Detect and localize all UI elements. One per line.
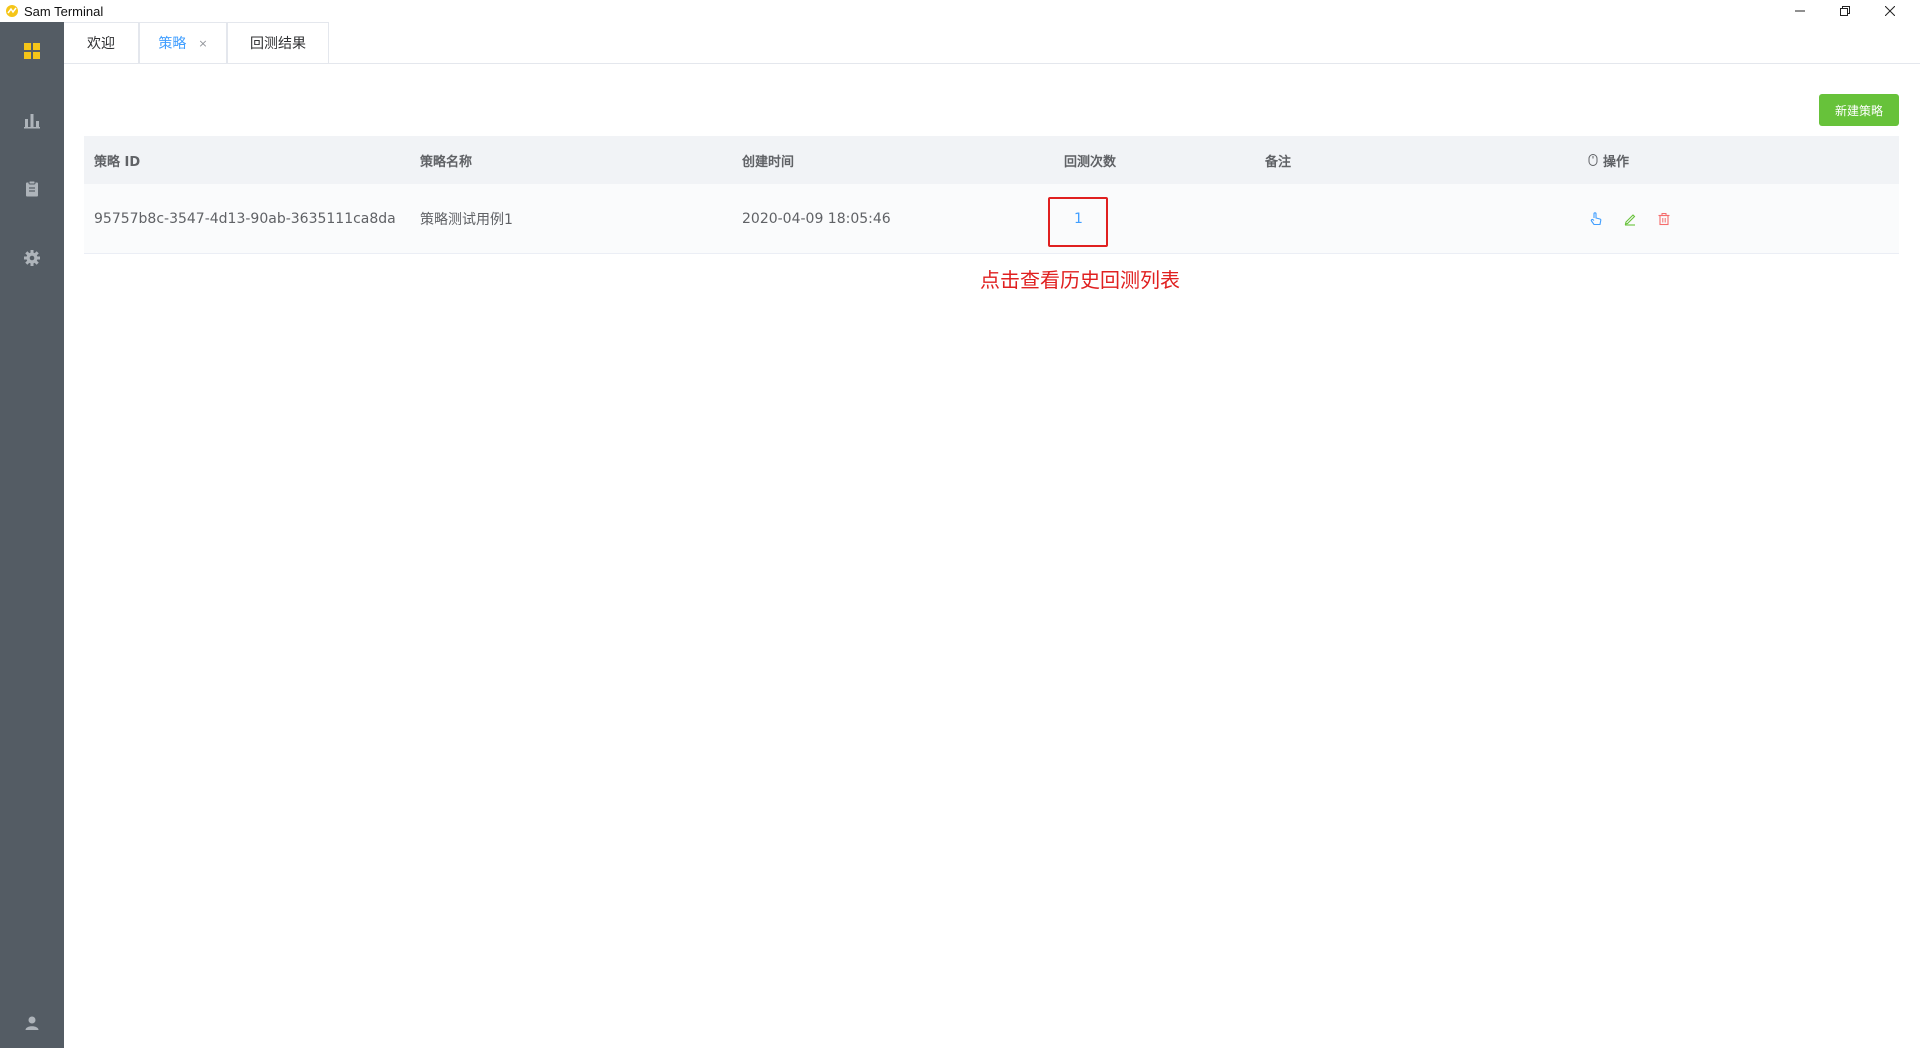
- edit-pencil-icon: [1624, 213, 1636, 226]
- cell-created-time: 2020-04-09 18:05:46: [742, 210, 891, 227]
- edit-button[interactable]: [1622, 211, 1638, 227]
- restore-icon: [1839, 6, 1850, 16]
- tab-label: 欢迎: [87, 36, 115, 52]
- run-backtest-button[interactable]: [1588, 211, 1604, 227]
- user-icon: [25, 1016, 39, 1030]
- header-remark: 备注: [1265, 154, 1292, 170]
- bar-chart-icon: [24, 114, 40, 129]
- close-icon: [1884, 6, 1895, 16]
- annotation-text: 点击查看历史回测列表: [980, 268, 1180, 292]
- cell-actions: [1588, 184, 1690, 253]
- table-row: 95757b8c-3547-4d13-90ab-3635111ca8da 策略测…: [84, 184, 1899, 254]
- restore-button[interactable]: [1822, 0, 1867, 22]
- tab-bar: 欢迎 策略 × 回测结果: [64, 22, 1920, 64]
- tab-close-icon[interactable]: ×: [198, 37, 207, 50]
- minimize-icon: [1794, 10, 1805, 12]
- strategy-table: 策略 ID 策略名称 创建时间 回测次数 备注 操作 95757b8c-3547…: [84, 136, 1899, 254]
- tab-label: 策略: [158, 36, 187, 52]
- gear-icon: [24, 250, 40, 266]
- clipboard-icon: [26, 180, 38, 197]
- table-header: 策略 ID 策略名称 创建时间 回测次数 备注 操作: [84, 136, 1899, 184]
- new-strategy-button[interactable]: 新建策略: [1819, 94, 1899, 126]
- window-title: Sam Terminal: [24, 3, 104, 19]
- tab-welcome[interactable]: 欢迎: [64, 22, 139, 63]
- sidebar-item-dashboard[interactable]: [0, 31, 64, 71]
- app-logo-icon: [4, 3, 20, 19]
- sidebar: [0, 22, 64, 1048]
- tab-backtest-results[interactable]: 回测结果: [227, 22, 329, 63]
- mouse-icon: [1588, 154, 1598, 166]
- delete-button[interactable]: [1656, 211, 1672, 227]
- header-actions-label: 操作: [1603, 154, 1630, 170]
- cell-strategy-id: 95757b8c-3547-4d13-90ab-3635111ca8da: [94, 210, 396, 227]
- header-strategy-name: 策略名称: [420, 154, 473, 170]
- header-strategy-id: 策略 ID: [94, 154, 141, 170]
- close-window-button[interactable]: [1867, 0, 1912, 22]
- header-backtest-count: 回测次数: [1064, 154, 1117, 170]
- trash-icon: [1658, 212, 1670, 225]
- cell-strategy-name: 策略测试用例1: [420, 211, 513, 228]
- sidebar-item-document[interactable]: [0, 169, 64, 209]
- highlight-box: [1048, 197, 1108, 247]
- header-created-time: 创建时间: [742, 154, 795, 170]
- sidebar-item-user[interactable]: [0, 1003, 64, 1043]
- sidebar-item-settings[interactable]: [0, 238, 64, 278]
- tab-label: 回测结果: [250, 36, 306, 52]
- sidebar-item-chart[interactable]: [0, 100, 64, 140]
- tab-strategy[interactable]: 策略 ×: [139, 22, 227, 63]
- minimize-button[interactable]: [1777, 0, 1822, 22]
- grid-icon: [24, 43, 40, 59]
- title-bar: Sam Terminal: [0, 0, 1920, 22]
- pointer-hand-icon: [1590, 211, 1602, 225]
- window-controls: [1777, 0, 1912, 22]
- header-actions: 操作: [1588, 136, 1629, 184]
